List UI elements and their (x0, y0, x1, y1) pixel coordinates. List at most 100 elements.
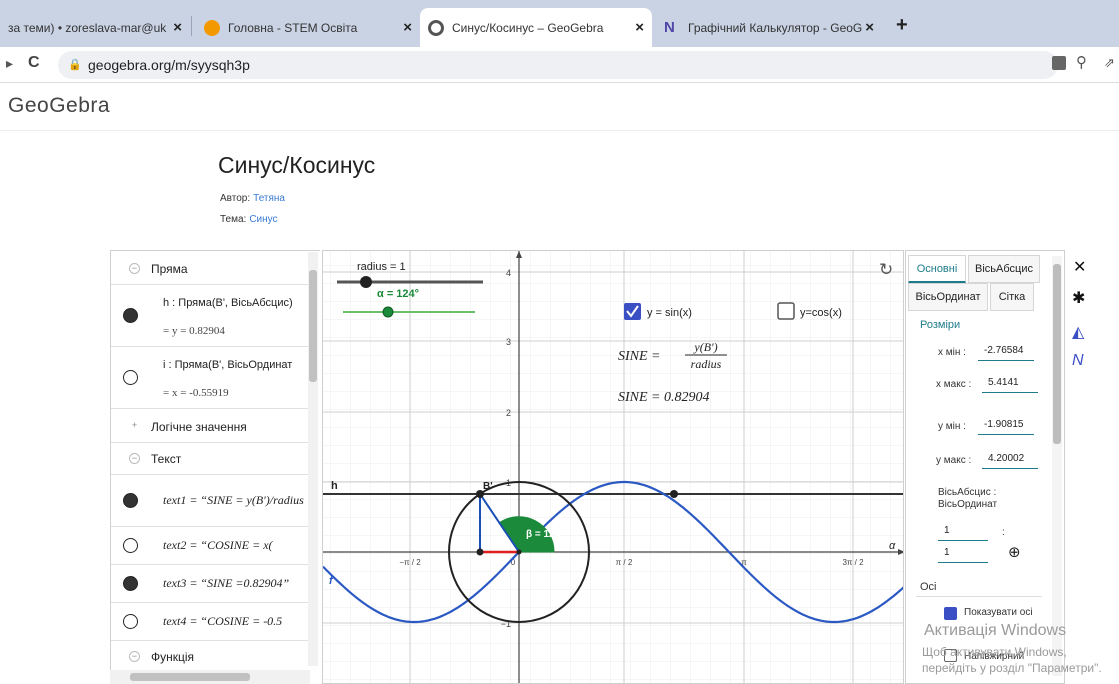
xmin-label: x мін : (938, 347, 966, 358)
tab-grid[interactable]: Сітка (990, 283, 1034, 311)
checkbox-cos[interactable] (777, 302, 795, 320)
browser-tab-calculator[interactable]: Ν Графічний Калькулятор - GeoG × (656, 8, 882, 47)
page-title: Синус/Косинус (218, 152, 376, 178)
sine-formula-numerator: y(B') (693, 340, 717, 354)
section-dimensions: Розміри (920, 319, 961, 331)
ratio-x-input[interactable]: 1 (938, 521, 988, 541)
tick-x-neg-pi-2: −π / 2 (399, 558, 421, 567)
visibility-toggle-icon[interactable] (123, 538, 138, 553)
tick-y-3: 3 (506, 337, 511, 347)
topic-link[interactable]: Синус (249, 214, 277, 225)
tab-xaxis[interactable]: ВісьАбсцис (968, 255, 1040, 283)
ymin-label: y мін : (938, 421, 966, 432)
reset-icon[interactable]: ↻ (879, 260, 893, 279)
properties-panel: Основні ВісьАбсцис ВісьОрдинат Сітка Роз… (905, 250, 1065, 684)
scroll-thumb[interactable] (309, 270, 317, 382)
point-b-projection[interactable] (476, 548, 484, 556)
group-line[interactable]: − Пряма (111, 251, 311, 285)
ymax-input[interactable]: 4.20002 (982, 449, 1038, 469)
scroll-thumb[interactable] (130, 673, 250, 681)
author-link[interactable]: Тетяна (253, 193, 285, 204)
algebra-item-text3[interactable]: text3 = “SINE =0.82904” (111, 565, 311, 603)
sine-value-text: SINE = 0.82904 (618, 390, 710, 405)
tab-title: Синус/Косинус – GeoGebra (452, 20, 604, 35)
group-label: Текст (151, 452, 182, 466)
tab-yaxis[interactable]: ВісьОрдинат (908, 283, 988, 311)
definition-h: h : Пряма(B', ВісьАбсцис) (163, 297, 293, 309)
visibility-toggle-icon[interactable] (123, 493, 138, 508)
xmax-input[interactable]: 5.4141 (982, 373, 1038, 393)
gear-icon[interactable]: ✱ (1072, 288, 1085, 308)
algebra-hscrollbar[interactable] (110, 670, 310, 684)
point-on-sine[interactable] (670, 490, 678, 498)
close-icon[interactable]: ✕ (1073, 257, 1086, 277)
translate-icon[interactable] (1052, 56, 1066, 70)
algebra-item-text1[interactable]: text1 = “SINE = y(B')/radius (111, 475, 311, 527)
algebra-item-text4[interactable]: text4 = “COSINE = -0.5 (111, 603, 311, 641)
angle-label: β = 124° (526, 529, 564, 540)
group-label: Пряма (151, 262, 188, 276)
properties-scrollbar[interactable] (1052, 256, 1062, 676)
collapse-icon[interactable]: − (129, 453, 140, 464)
section-divider (916, 596, 1042, 597)
slider-radius-handle[interactable] (360, 276, 372, 288)
tab-title: Графічний Калькулятор - GeoG (688, 20, 863, 35)
scroll-thumb[interactable] (1053, 264, 1061, 444)
algebra-item-h[interactable]: h : Пряма(B', ВісьАбсцис) = y = 0.82904 (111, 285, 311, 347)
group-label: Логічне значення (151, 420, 247, 434)
graphics-view[interactable]: 4 3 2 1 −1 −π / 2 0 π / 2 π 3π / 2 α h f… (322, 250, 904, 684)
close-icon[interactable]: × (403, 19, 412, 36)
group-text[interactable]: − Текст (111, 443, 311, 475)
browser-tab-mail[interactable]: за теми) • zoreslava-mar@uk × (0, 8, 190, 47)
visibility-toggle-icon[interactable] (123, 308, 138, 323)
text3-definition: text3 = “SINE =0.82904” (163, 576, 290, 590)
tick-x-3pi-2: 3π / 2 (842, 558, 864, 567)
collapse-icon[interactable]: − (129, 651, 140, 662)
visibility-toggle-icon[interactable] (123, 576, 138, 591)
tab-title: Головна - STEM Освіта (228, 20, 358, 35)
value-i: = x = -0.55919 (163, 387, 229, 399)
url-field[interactable]: 🔒 geogebra.org/m/syysqh3p (58, 51, 1058, 79)
close-icon[interactable]: × (173, 19, 182, 36)
slider-alpha-handle[interactable] (382, 306, 394, 318)
close-icon[interactable]: × (635, 19, 644, 36)
visibility-toggle-icon[interactable] (123, 614, 138, 629)
topic-line: Тема: Синус (220, 214, 278, 225)
share-icon[interactable]: ⇗ (1104, 55, 1115, 71)
visibility-toggle-icon[interactable] (123, 370, 138, 385)
close-icon[interactable]: × (865, 19, 874, 36)
ymin-input[interactable]: -1.90815 (978, 415, 1034, 435)
ratio-y-input[interactable]: 1 (938, 543, 988, 563)
algebra-item-text2[interactable]: text2 = “COSINE = x( (111, 527, 311, 565)
function-tool-icon[interactable]: Ν (1072, 352, 1084, 370)
collapse-icon[interactable]: − (129, 263, 140, 274)
algebra-scrollbar[interactable] (308, 252, 318, 666)
graphics-style-icon[interactable]: ◭ (1072, 322, 1084, 342)
browser-tab-geogebra[interactable]: Синус/Косинус – GeoGebra × (420, 8, 652, 47)
graphics-canvas[interactable]: 4 3 2 1 −1 −π / 2 0 π / 2 π 3π / 2 α h f… (323, 251, 904, 684)
show-axes-checkbox[interactable] (944, 607, 957, 620)
group-bool[interactable]: + Логічне значення (111, 409, 311, 443)
new-tab-button[interactable]: + (896, 14, 908, 37)
tab-basic[interactable]: Основні (908, 255, 966, 283)
tab-separator (191, 16, 192, 36)
lock-icon[interactable]: ⊕ (1008, 543, 1021, 561)
algebra-item-i[interactable]: i : Пряма(B', ВісьОрдинат = x = -0.55919 (111, 347, 311, 409)
tick-x-pi-2: π / 2 (616, 558, 633, 567)
back-icon[interactable]: ▸ (6, 55, 13, 72)
geogebra-logo[interactable]: GeoGebra (8, 94, 110, 118)
xmin-input[interactable]: -2.76584 (978, 341, 1034, 361)
reload-icon[interactable]: C (28, 54, 40, 72)
origin-point (516, 549, 522, 555)
text2-definition: text2 = “COSINE = x( (163, 538, 273, 552)
zoom-icon[interactable]: ⚲ (1076, 53, 1087, 71)
tick-y-2: 2 (506, 408, 511, 418)
browser-tab-stem[interactable]: Головна - STEM Освіта × (196, 8, 420, 47)
tick-y-4: 4 (506, 268, 511, 278)
line-h-label: h (331, 480, 338, 492)
expand-icon[interactable]: + (129, 421, 140, 432)
header-divider (0, 130, 1119, 131)
group-func[interactable]: − Функція (111, 641, 311, 673)
section-axes: Осі (920, 581, 937, 593)
url-text: geogebra.org/m/syysqh3p (88, 57, 250, 73)
